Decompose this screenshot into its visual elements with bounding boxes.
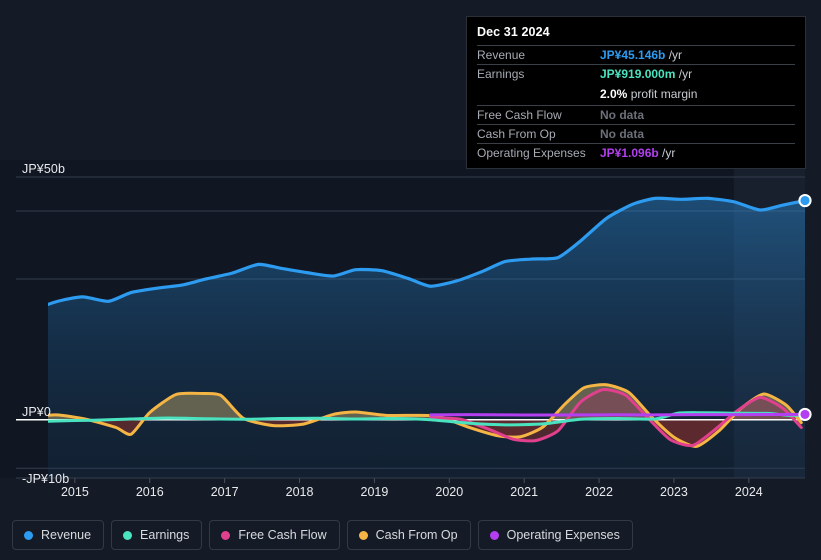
tooltip-rows: Revenue JP¥45.146b /yr Earnings JP¥919.000m… xyxy=(477,45,795,162)
x-axis-tick-label: 2020 xyxy=(435,485,464,499)
tooltip-row-label: Earnings xyxy=(477,67,525,81)
legend-item-cash-from-op[interactable]: Cash From Op xyxy=(346,520,471,550)
tooltip-row-amount: No data xyxy=(600,108,645,122)
x-axis-tick-label: 2018 xyxy=(285,485,314,499)
legend-item-revenue[interactable]: Revenue xyxy=(12,520,105,550)
chart-tooltip: Dec 31 2024 Revenue JP¥45.146b /yr Earning… xyxy=(466,16,806,169)
legend-color-dot-icon xyxy=(489,530,499,540)
legend-color-dot-icon xyxy=(221,530,231,540)
tooltip-row-value: No data xyxy=(600,127,644,141)
legend-item-operating-expenses[interactable]: Operating Expenses xyxy=(477,520,633,550)
tooltip-row: Earnings JP¥919.000m /yr xyxy=(477,64,795,83)
tooltip-row-amount: No data xyxy=(600,127,645,141)
legend-item-label: Revenue xyxy=(41,528,92,542)
legend-item-label: Cash From Op xyxy=(375,528,458,542)
x-axis-tick-label: 2021 xyxy=(510,485,539,499)
x-axis-tick-label: 2023 xyxy=(660,485,688,499)
financial-chart-widget: JP¥50b JP¥0 -JP¥10b 2015 2016 2017 2018 2019 20… xyxy=(0,0,821,560)
tooltip-margin-text: profit margin xyxy=(627,87,698,101)
legend-color-dot-icon xyxy=(24,530,33,540)
tooltip-margin-number: 2.0% xyxy=(600,87,628,101)
y-axis-tick-label: JP¥0 xyxy=(22,404,51,419)
legend-color-dot-icon xyxy=(358,530,368,540)
x-axis-tick-label: 2016 xyxy=(135,485,164,499)
legend-item-earnings[interactable]: Earnings xyxy=(111,520,203,550)
tooltip-date: Dec 31 2024 xyxy=(477,25,550,39)
x-axis-tick-label: 2017 xyxy=(210,485,239,499)
tooltip-row: Free Cash Flow No data xyxy=(477,105,795,124)
chart-legend: Revenue Earnings Free Cash Flow Cash From O… xyxy=(12,520,633,550)
tooltip-margin-value: 2.0% profit margin xyxy=(600,85,697,103)
tooltip-row-amount: JP¥45.146b xyxy=(600,48,666,62)
tooltip-row-unit: /yr xyxy=(675,67,693,81)
tooltip-row-unit: /yr xyxy=(658,146,676,160)
legend-item-free-cash-flow[interactable]: Free Cash Flow xyxy=(209,520,340,550)
legend-color-dot-icon xyxy=(123,530,133,540)
tooltip-profit-margin-row: 2.0% profit margin xyxy=(477,83,795,105)
x-axis-tick-label: 2015 xyxy=(60,485,89,499)
tooltip-row: Operating Expenses JP¥1.096b /yr xyxy=(477,143,795,162)
tooltip-row-label: Revenue xyxy=(477,48,526,62)
tooltip-row-value: No data xyxy=(600,108,644,122)
tooltip-row-amount: JP¥919.000m xyxy=(600,67,676,81)
tooltip-row-value: JP¥919.000m /yr xyxy=(600,67,692,81)
tooltip-row-label: Cash From Op xyxy=(477,127,556,141)
tooltip-row-amount: JP¥1.096b xyxy=(600,146,659,160)
legend-item-label: Operating Expenses xyxy=(506,528,620,542)
tooltip-row: Revenue JP¥45.146b /yr xyxy=(477,45,795,64)
y-axis-tick-label: JP¥50b xyxy=(22,161,65,176)
tooltip-row-value: JP¥1.096b /yr xyxy=(600,146,675,160)
x-axis-tick-label: 2022 xyxy=(585,485,613,499)
tooltip-row-label: Operating Expenses xyxy=(477,146,586,160)
legend-item-label: Earnings xyxy=(140,528,190,542)
x-axis-tick-label: 2024 xyxy=(734,485,763,499)
tooltip-row-value: JP¥45.146b /yr xyxy=(600,48,682,62)
tooltip-row-label: Free Cash Flow xyxy=(477,108,562,122)
tooltip-row-unit: /yr xyxy=(665,48,683,62)
legend-item-label: Free Cash Flow xyxy=(238,528,327,542)
tooltip-row: Cash From Op No data xyxy=(477,124,795,143)
x-axis-tick-label: 2019 xyxy=(360,485,389,499)
